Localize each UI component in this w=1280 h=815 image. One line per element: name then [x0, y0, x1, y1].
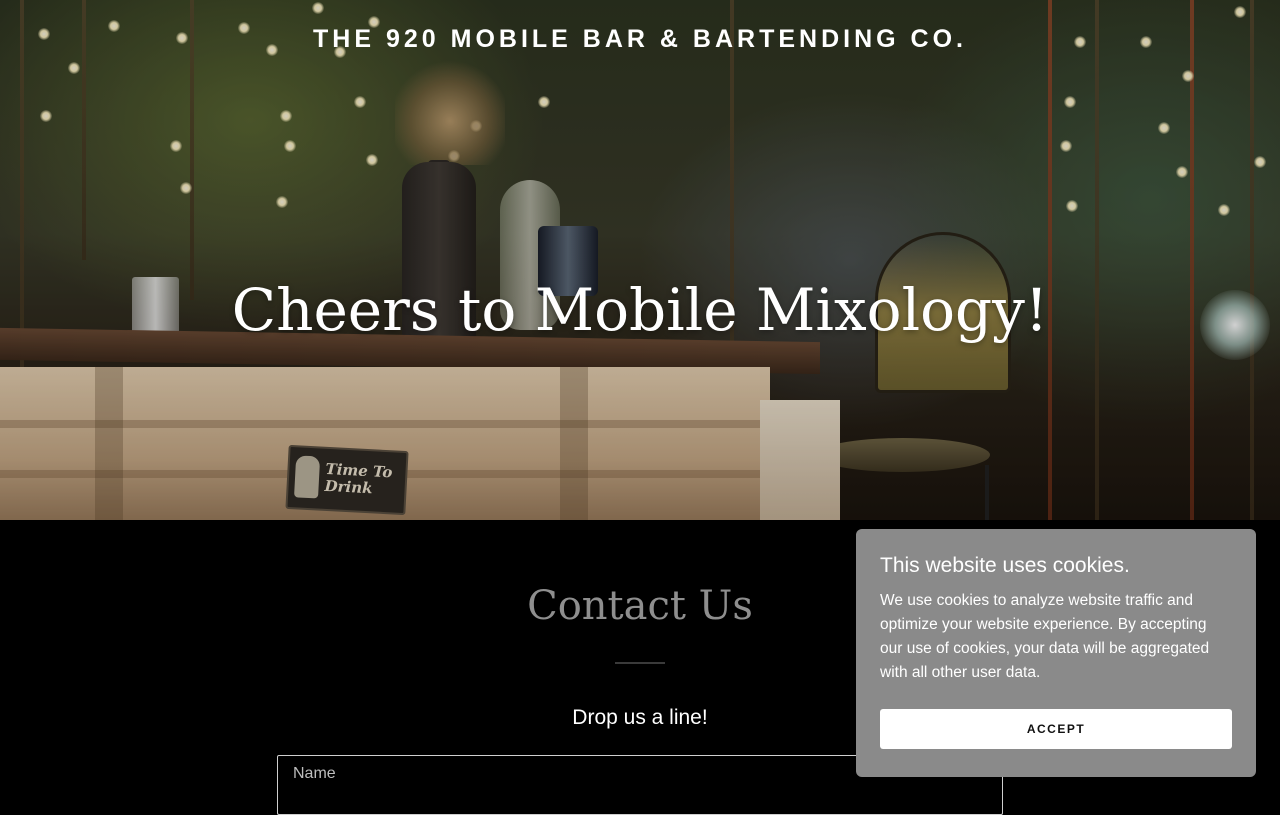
cookie-title: This website uses cookies. [880, 554, 1130, 577]
site-brand[interactable]: THE 920 MOBILE BAR & BARTENDING CO. [0, 24, 1280, 55]
hero-section: Time To Drink THE 920 MOBILE BAR & BARTE… [0, 0, 1280, 520]
section-divider [615, 662, 665, 664]
cookie-body: We use cookies to analyze website traffi… [880, 592, 1210, 681]
hero-overlay [0, 0, 1280, 520]
accept-cookies-button[interactable]: ACCEPT [880, 709, 1232, 749]
cookie-banner: This website uses cookies. We use cookie… [856, 529, 1256, 777]
hero-title: Cheers to Mobile Mixology! [231, 276, 1049, 344]
